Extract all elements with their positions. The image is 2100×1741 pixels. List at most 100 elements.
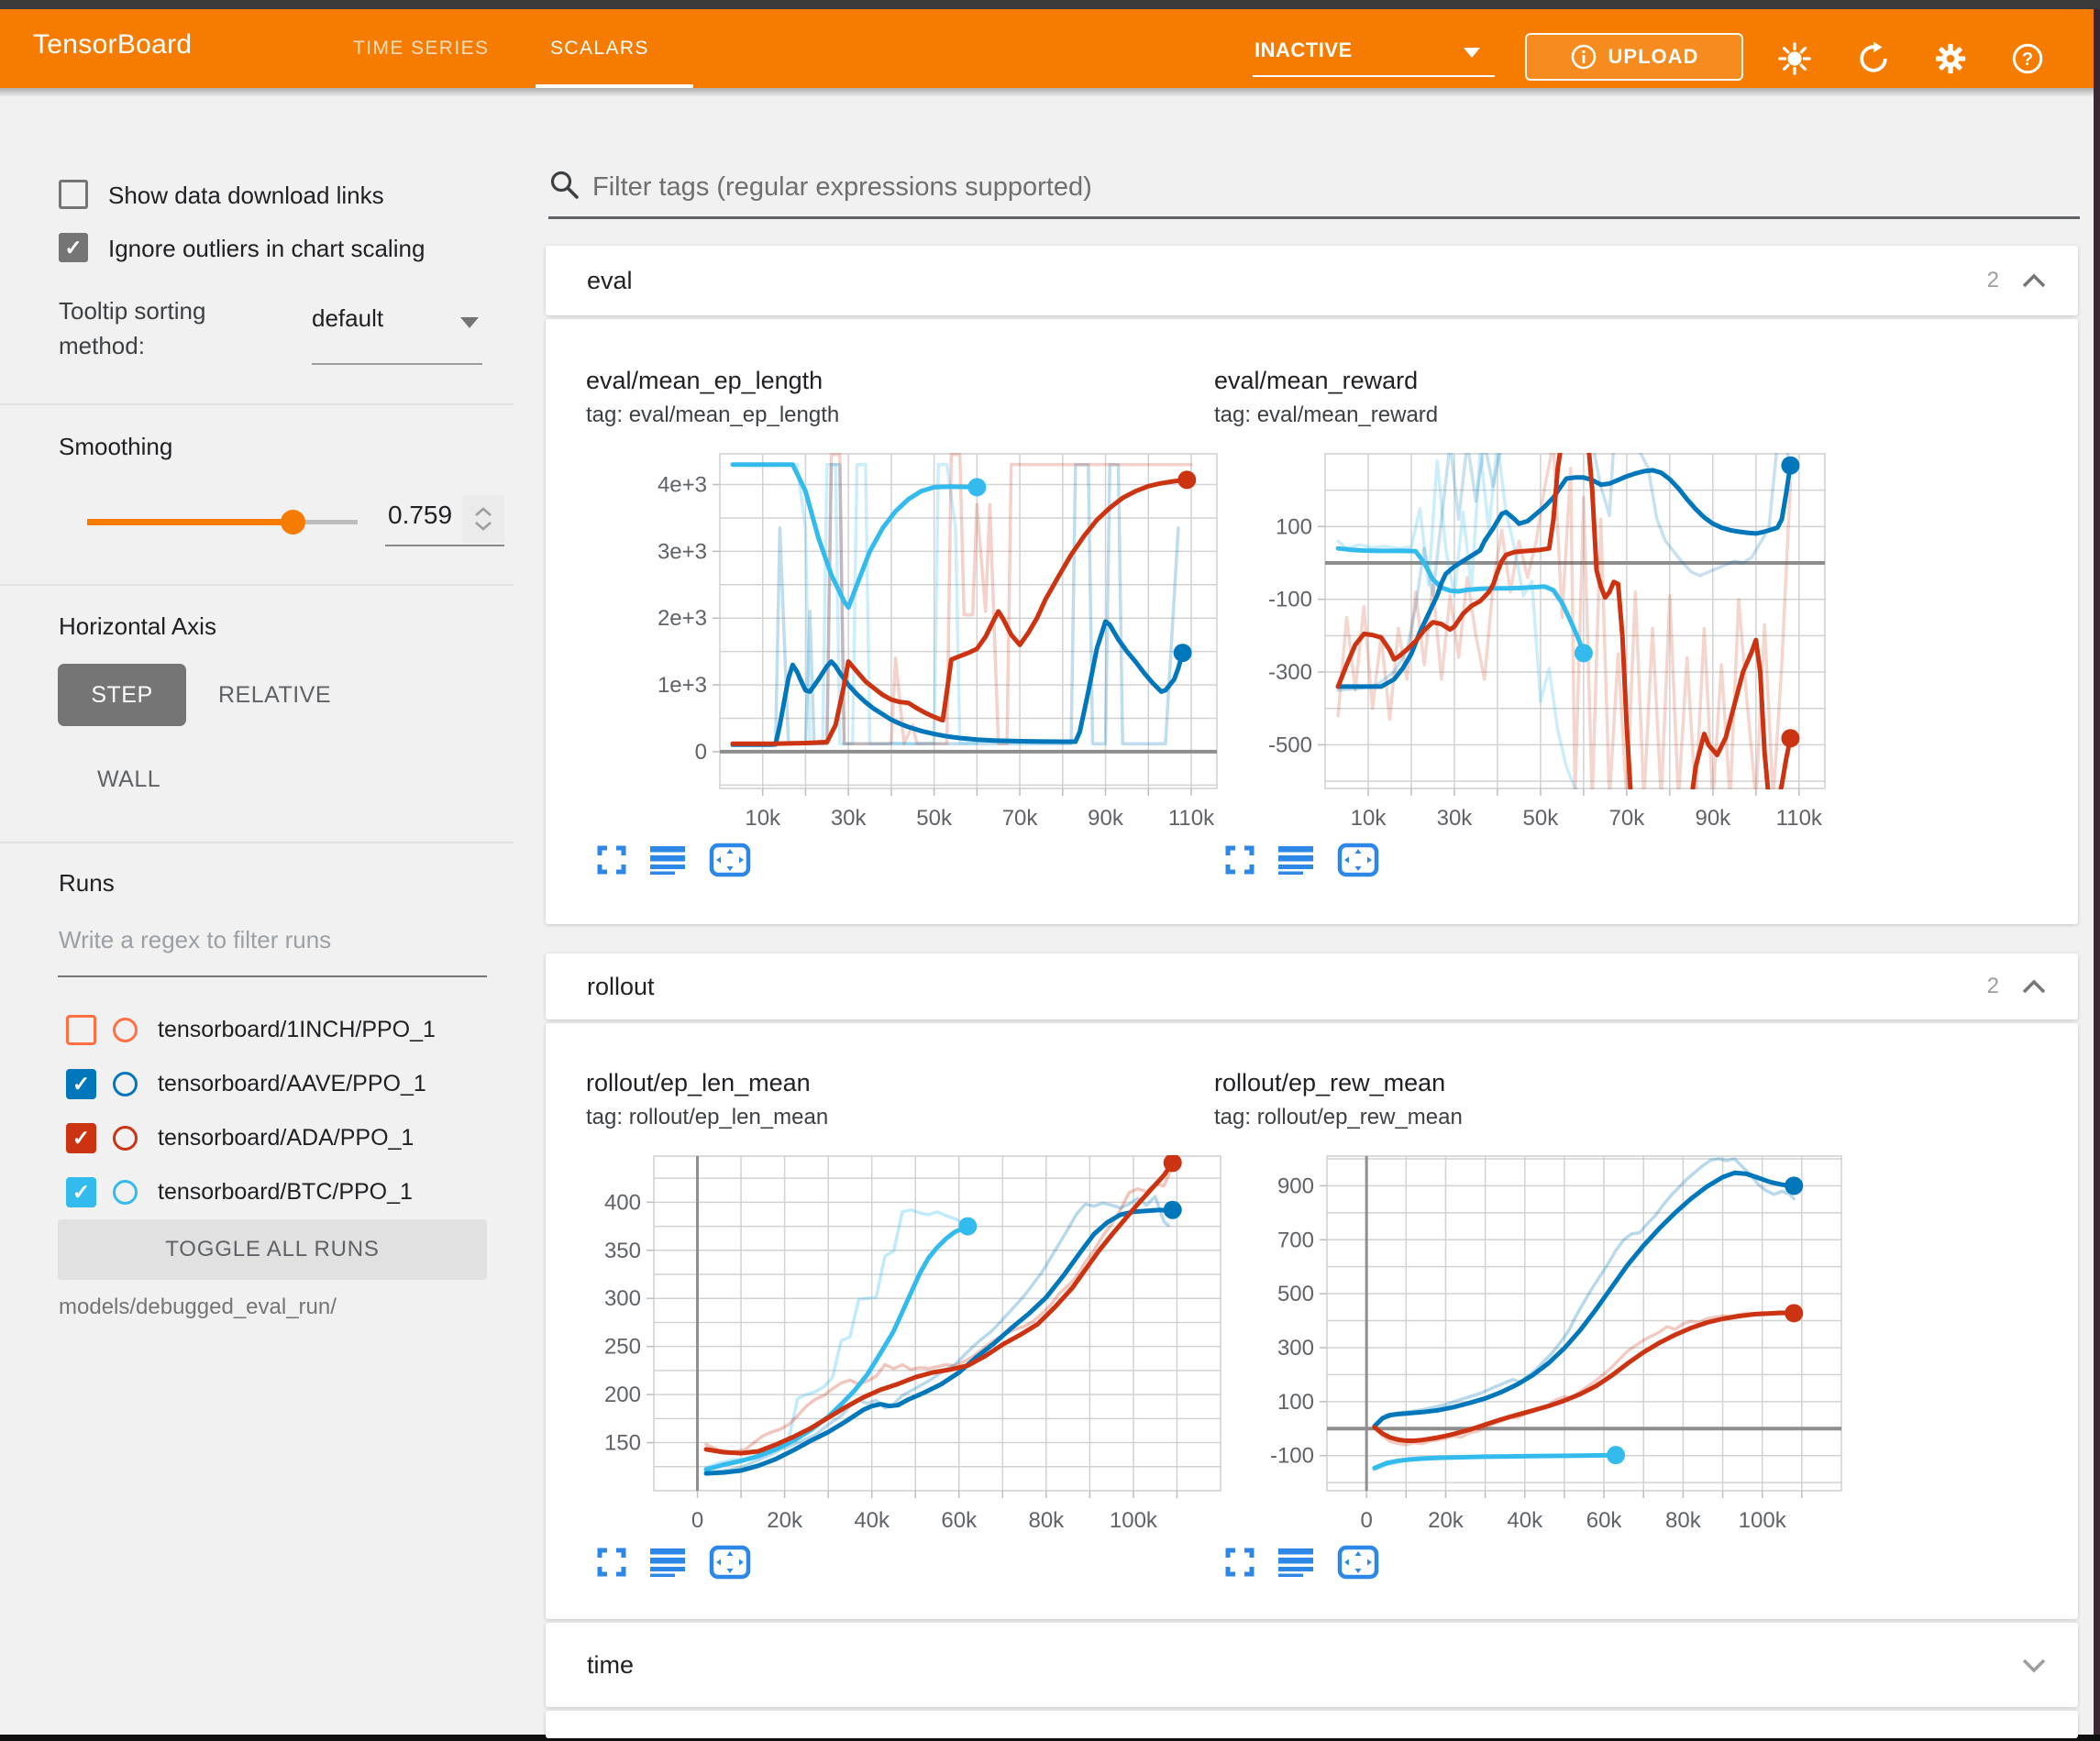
svg-text:300: 300: [604, 1286, 641, 1311]
run-item[interactable]: tensorboard/1INCH/PPO_1: [66, 1014, 436, 1045]
svg-text:-100: -100: [1270, 1444, 1314, 1469]
tab-time-series[interactable]: TIME SERIES: [353, 9, 489, 88]
fit-to-view-icon[interactable]: [709, 843, 751, 877]
run-checkbox[interactable]: [66, 1177, 96, 1207]
svg-text:10k: 10k: [1351, 806, 1387, 830]
tab-scalars[interactable]: SCALARS: [550, 9, 649, 88]
run-color-circle: [113, 1126, 138, 1151]
app-title: TensorBoard: [33, 29, 192, 61]
line-chart[interactable]: 100-100-300-50010k30k50k70k90k110k: [1210, 435, 1852, 830]
run-label: tensorboard/AAVE/PPO_1: [158, 1071, 426, 1097]
svg-text:200: 200: [604, 1383, 641, 1407]
svg-text:-500: -500: [1268, 733, 1312, 757]
chevron-down-icon[interactable]: [460, 317, 479, 328]
svg-text:100k: 100k: [1739, 1508, 1787, 1532]
fit-to-view-icon[interactable]: [1337, 1545, 1379, 1580]
data-table-icon[interactable]: [1278, 1548, 1313, 1577]
chevron-up-icon[interactable]: [2021, 978, 2047, 995]
runs-filter-input[interactable]: Write a regex to filter runs: [59, 926, 331, 954]
svg-text:80k: 80k: [1028, 1508, 1065, 1532]
smoothing-stepper[interactable]: [462, 495, 504, 543]
chevron-up-icon[interactable]: [2021, 272, 2047, 289]
run-item[interactable]: tensorboard/ADA/PPO_1: [66, 1122, 414, 1153]
help-icon[interactable]: ?: [2010, 41, 2045, 76]
gear-icon[interactable]: [1933, 41, 1968, 76]
data-table-icon[interactable]: [650, 1548, 685, 1577]
chevron-down-icon[interactable]: [2021, 1657, 2047, 1673]
tooltip-sorting-label: Tooltip sorting method:: [59, 293, 288, 363]
upload-button[interactable]: UPLOAD: [1525, 33, 1743, 81]
svg-text:50k: 50k: [1523, 806, 1560, 830]
runs-base-path: models/debugged_eval_run/: [59, 1295, 337, 1320]
runs-section-label: Runs: [59, 869, 115, 898]
data-table-icon[interactable]: [650, 845, 685, 875]
tooltip-sorting-dropdown[interactable]: default: [312, 304, 383, 333]
fullscreen-icon[interactable]: [1225, 1548, 1254, 1577]
fullscreen-icon[interactable]: [1225, 845, 1254, 875]
brightness-icon[interactable]: [1777, 41, 1812, 76]
stepper-down-icon[interactable]: [474, 521, 492, 531]
info-icon: [1570, 43, 1597, 71]
run-checkbox[interactable]: [66, 1015, 96, 1045]
filter-tags-input[interactable]: Filter tags (regular expressions support…: [592, 172, 1092, 203]
svg-text:110k: 110k: [1168, 806, 1215, 830]
stepper-up-icon[interactable]: [474, 507, 492, 517]
run-color-circle: [113, 1072, 138, 1096]
chevron-down-icon[interactable]: [1464, 48, 1480, 58]
data-table-icon[interactable]: [1278, 845, 1313, 875]
axis-wall-button[interactable]: WALL: [97, 748, 160, 810]
chart-title: eval/mean_reward: [1210, 367, 1852, 395]
next-section-card: [546, 1711, 2078, 1738]
run-checkbox[interactable]: [66, 1123, 96, 1153]
section-header-rollout[interactable]: rollout 2: [546, 953, 2078, 1019]
chart-tag: tag: rollout/ep_rew_mean: [1210, 1105, 1852, 1130]
svg-text:100: 100: [1277, 1390, 1314, 1415]
svg-text:300: 300: [1277, 1336, 1314, 1361]
section-header-eval[interactable]: eval 2: [546, 246, 2078, 315]
axis-relative-button[interactable]: RELATIVE: [218, 664, 331, 726]
svg-text:20k: 20k: [767, 1508, 803, 1532]
section-count: 2: [1987, 953, 1999, 1019]
toggle-all-runs-button[interactable]: TOGGLE ALL RUNS: [58, 1219, 487, 1280]
section-header-time[interactable]: time: [546, 1623, 2078, 1707]
horizontal-axis-label: Horizontal Axis: [59, 612, 216, 641]
chart-rollout-ep-len-mean: rollout/ep_len_mean tag: rollout/ep_len_…: [582, 1069, 1224, 1581]
show-download-links-checkbox[interactable]: [59, 180, 88, 209]
fit-to-view-icon[interactable]: [1337, 843, 1379, 877]
fullscreen-icon[interactable]: [597, 845, 626, 875]
fullscreen-icon[interactable]: [597, 1548, 626, 1577]
ignore-outliers-checkbox[interactable]: [59, 233, 88, 262]
svg-text:?: ?: [2022, 50, 2033, 70]
svg-text:-300: -300: [1268, 660, 1312, 685]
fit-to-view-icon[interactable]: [709, 1545, 751, 1580]
line-chart[interactable]: -100100300500700900020k40k60k80k100k: [1210, 1138, 1852, 1532]
run-item[interactable]: tensorboard/AAVE/PPO_1: [66, 1068, 426, 1099]
svg-text:150: 150: [604, 1431, 641, 1456]
section-name: rollout: [587, 953, 655, 1019]
input-underline: [58, 975, 487, 977]
svg-text:500: 500: [1277, 1282, 1314, 1306]
smoothing-value-input[interactable]: 0.759: [388, 501, 452, 530]
run-color-circle: [113, 1018, 138, 1042]
svg-text:40k: 40k: [854, 1508, 890, 1532]
line-chart[interactable]: 150200250300350400020k40k60k80k100k: [582, 1138, 1224, 1532]
smoothing-slider[interactable]: [87, 510, 358, 534]
run-label: tensorboard/1INCH/PPO_1: [158, 1017, 436, 1043]
search-icon: [548, 169, 581, 202]
svg-text:1e+3: 1e+3: [658, 673, 707, 698]
refresh-icon[interactable]: [1856, 41, 1891, 76]
svg-text:60k: 60k: [941, 1508, 978, 1532]
slider-thumb[interactable]: [281, 510, 305, 534]
run-item[interactable]: tensorboard/BTC/PPO_1: [66, 1176, 413, 1207]
chart-title: eval/mean_ep_length: [582, 367, 1224, 395]
line-chart[interactable]: 01e+32e+33e+34e+310k30k50k70k90k110k: [582, 435, 1224, 830]
svg-text:80k: 80k: [1665, 1508, 1702, 1532]
section-name: eval: [587, 246, 633, 315]
svg-text:0: 0: [695, 740, 707, 765]
chart-eval-mean-ep-length: eval/mean_ep_length tag: eval/mean_ep_le…: [582, 367, 1224, 879]
reload-status-dropdown[interactable]: INACTIVE: [1254, 39, 1353, 62]
axis-step-button[interactable]: STEP: [58, 664, 186, 726]
svg-text:3e+3: 3e+3: [658, 539, 707, 564]
run-checkbox[interactable]: [66, 1069, 96, 1099]
svg-text:100k: 100k: [1110, 1508, 1158, 1532]
